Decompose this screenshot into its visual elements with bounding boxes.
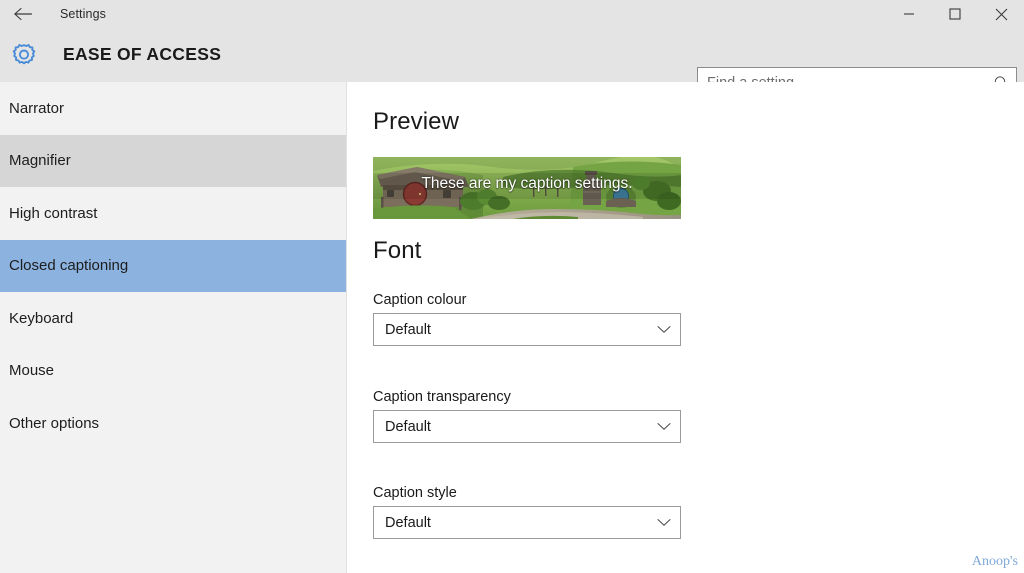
caption-colour-value: Default (385, 321, 431, 338)
caption-transparency-value: Default (385, 418, 431, 435)
content-pane: Preview These are my caption settings. F… (348, 82, 1024, 573)
chevron-down-icon (648, 411, 680, 442)
caption-colour-dropdown[interactable]: Default (373, 313, 681, 346)
maximize-button[interactable] (932, 0, 978, 28)
sidebar-item-narrator[interactable]: Narrator (0, 82, 346, 135)
back-arrow-icon (13, 6, 33, 22)
font-heading: Font (373, 237, 422, 264)
back-button[interactable] (0, 0, 46, 28)
caption-style-value: Default (385, 514, 431, 531)
sidebar-item-label: Other options (9, 414, 100, 432)
maximize-icon (949, 8, 961, 20)
watermark-text: Anoop's (971, 554, 1018, 569)
preview-heading: Preview (373, 108, 460, 135)
sidebar-nav: Narrator Magnifier High contrast Closed … (0, 82, 347, 573)
sidebar-item-magnifier[interactable]: Magnifier (0, 134, 346, 187)
minimize-icon (903, 8, 915, 20)
page-title: EASE OF ACCESS (63, 44, 222, 64)
sidebar-item-label: Closed captioning (9, 257, 129, 275)
caption-colour-label: Caption colour (373, 292, 467, 308)
sidebar-item-label: High contrast (9, 204, 98, 222)
title-bar: Settings (0, 0, 1024, 28)
caption-style-label: Caption style (373, 485, 457, 501)
close-button[interactable] (978, 0, 1024, 28)
chevron-down-icon (648, 507, 680, 538)
caption-transparency-label: Caption transparency (373, 389, 511, 405)
sidebar-item-high-contrast[interactable]: High contrast (0, 187, 346, 240)
sidebar-item-label: Narrator (9, 99, 65, 117)
caption-preview-image: These are my caption settings. (373, 157, 681, 219)
sidebar-item-label: Mouse (9, 362, 55, 380)
caption-style-dropdown[interactable]: Default (373, 506, 681, 539)
sidebar-item-keyboard[interactable]: Keyboard (0, 292, 346, 345)
close-icon (995, 8, 1008, 21)
window-controls (886, 0, 1024, 28)
settings-window: Settings EASE OF ACCESS Find a setting N… (0, 0, 1024, 573)
chevron-down-icon (648, 314, 680, 345)
sidebar-item-other-options[interactable]: Other options (0, 397, 346, 450)
sidebar-item-mouse[interactable]: Mouse (0, 345, 346, 398)
window-title: Settings (60, 7, 106, 21)
sidebar-item-label: Keyboard (9, 309, 74, 327)
sidebar-item-label: Magnifier (9, 152, 71, 170)
gear-icon (8, 40, 40, 72)
hobbit-hole-photo (373, 157, 681, 219)
caption-transparency-dropdown[interactable]: Default (373, 410, 681, 443)
page-header: EASE OF ACCESS (0, 28, 1024, 99)
minimize-button[interactable] (886, 0, 932, 28)
sidebar-item-closed-captioning[interactable]: Closed captioning (0, 239, 346, 292)
